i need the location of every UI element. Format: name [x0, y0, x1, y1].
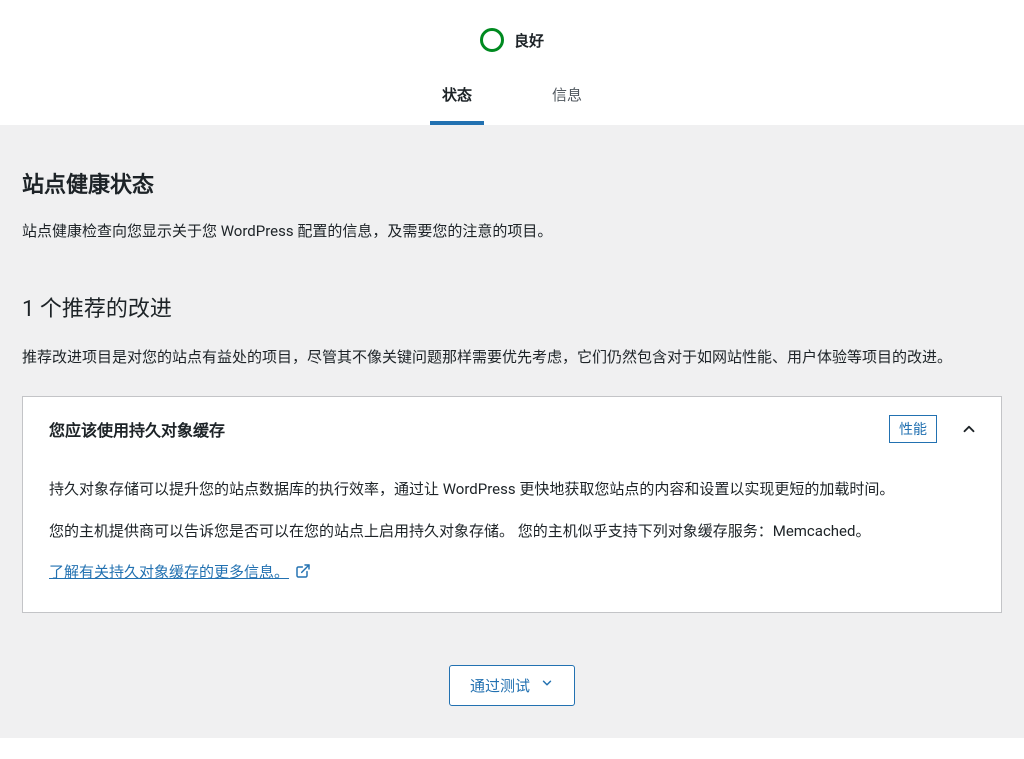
chevron-up-icon	[959, 419, 979, 439]
improvements-title: 1 个推荐的改进	[22, 291, 1002, 323]
learn-more-link[interactable]: 了解有关持久对象缓存的更多信息。	[49, 561, 311, 582]
passed-tests-button[interactable]: 通过测试	[449, 665, 575, 706]
issue-card: 您应该使用持久对象缓存 性能 持久对象存储可以提升您的站点数据库的执行效率，通过…	[22, 396, 1002, 613]
issue-paragraph-1: 持久对象存储可以提升您的站点数据库的执行效率，通过让 WordPress 更快地…	[49, 477, 975, 501]
learn-more-link-text: 了解有关持久对象缓存的更多信息。	[49, 561, 289, 582]
issue-title: 您应该使用持久对象缓存	[49, 417, 225, 441]
improvements-description: 推荐改进项目是对您的站点有益处的项目，尽管其不像关键问题那样需要优先考虑，它们仍…	[22, 343, 1002, 372]
tab-info[interactable]: 信息	[540, 84, 594, 125]
performance-badge: 性能	[889, 415, 937, 443]
chevron-down-icon	[540, 676, 554, 694]
status-circle-icon	[480, 28, 504, 52]
passed-button-label: 通过测试	[470, 675, 530, 696]
issue-body: 持久对象存储可以提升您的站点数据库的执行效率，通过让 WordPress 更快地…	[23, 461, 1001, 612]
passed-section: 通过测试	[22, 665, 1002, 706]
issue-header[interactable]: 您应该使用持久对象缓存 性能	[23, 397, 1001, 461]
header-section: 良好 状态 信息	[0, 0, 1024, 125]
content-area: 站点健康状态 站点健康检查向您显示关于您 WordPress 配置的信息，及需要…	[0, 125, 1024, 738]
status-label: 良好	[514, 30, 544, 51]
external-link-icon	[295, 563, 311, 579]
page-description: 站点健康检查向您显示关于您 WordPress 配置的信息，及需要您的注意的项目…	[22, 219, 1002, 243]
page-title: 站点健康状态	[22, 167, 1002, 199]
tabs-nav: 状态 信息	[0, 84, 1024, 125]
status-indicator: 良好	[0, 28, 1024, 52]
issue-paragraph-2: 您的主机提供商可以告诉您是否可以在您的站点上启用持久对象存储。 您的主机似乎支持…	[49, 519, 975, 543]
tab-status[interactable]: 状态	[430, 84, 484, 125]
issue-header-right: 性能	[889, 415, 979, 443]
